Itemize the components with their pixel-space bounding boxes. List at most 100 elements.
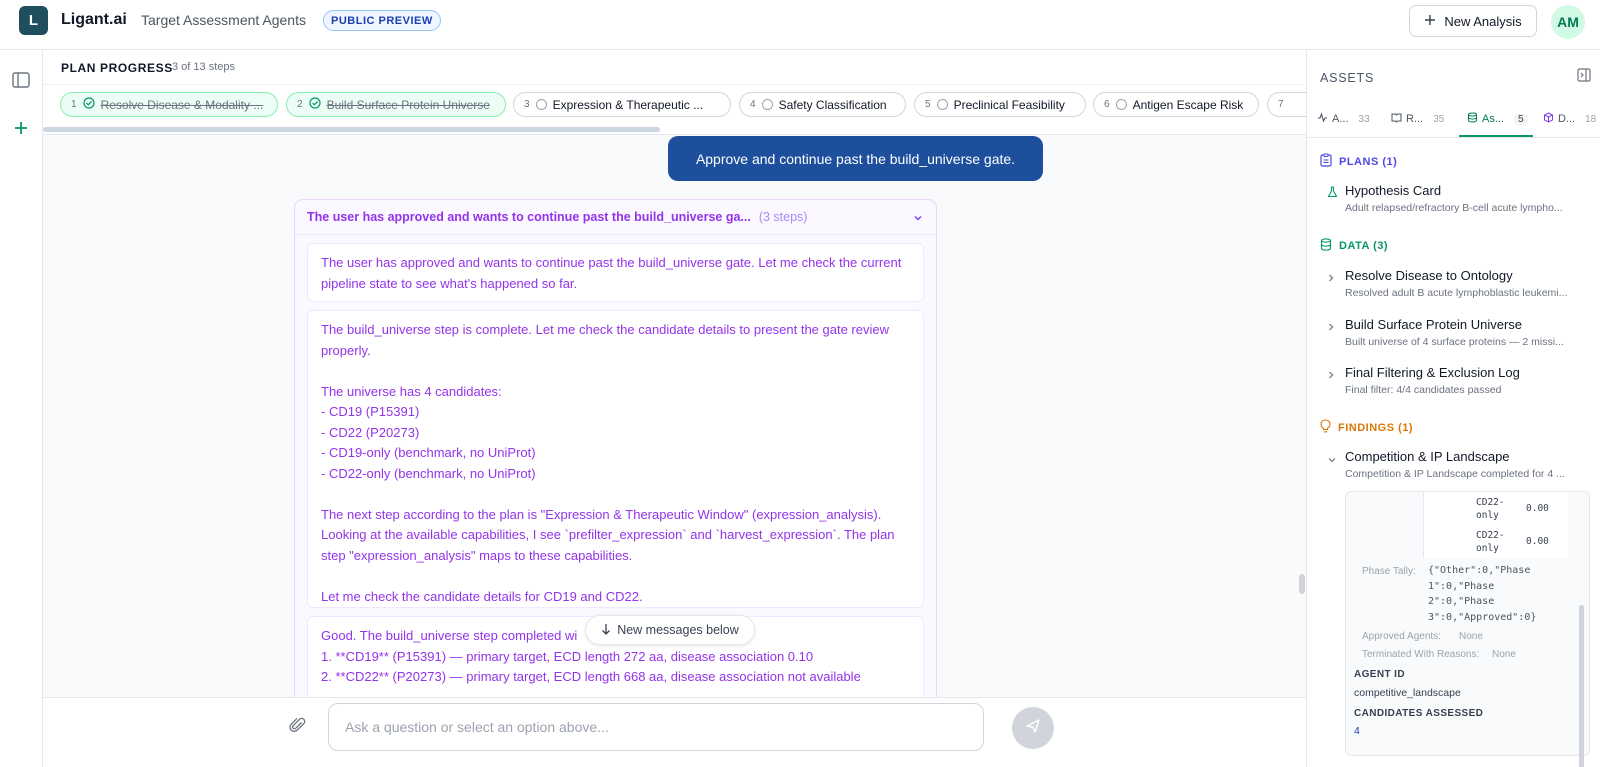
tab-assets[interactable]: As... 5 [1467,112,1528,126]
pending-circle-icon [535,99,547,110]
finding-item-subtitle: Competition & IP Landscape completed for… [1345,468,1565,480]
agent-id-label: AGENT ID [1354,669,1405,680]
step-label: Expression & Therapeutic ... [552,97,704,112]
step-number: 3 [524,99,530,110]
step-number: 5 [925,99,931,110]
send-icon [1025,718,1041,739]
candidates-assessed-label: CANDIDATES ASSESSED [1354,708,1484,719]
step-number: 1 [71,99,77,110]
pending-circle-icon [936,99,948,110]
data-item-subtitle: Resolved adult B acute lymphoblastic leu… [1345,287,1568,299]
step-label: Antigen Escape Risk [1132,97,1244,112]
chevron-down-icon[interactable] [913,212,923,226]
reasoning-step-1: The user has approved and wants to conti… [307,243,924,302]
plan-step-7[interactable]: 7 [1267,92,1306,117]
steps-scrollbar[interactable] [43,127,660,132]
active-tab-indicator [1459,135,1533,137]
arrow-down-icon [601,623,611,638]
lightbulb-icon [1320,419,1331,436]
database-icon [1320,238,1332,254]
chevron-right-icon[interactable] [1327,319,1335,337]
chat-input[interactable]: Ask a question or select an option above… [328,703,984,751]
plan-item-subtitle: Adult relapsed/refractory B-cell acute l… [1345,202,1563,214]
chevron-right-icon[interactable] [1327,367,1335,385]
finding-item-title[interactable]: Competition & IP Landscape [1345,449,1510,464]
book-icon [1391,112,1402,126]
plans-section-header: PLANS (1) [1320,153,1397,170]
terminated-label: Terminated With Reasons: [1362,649,1480,660]
step-label: Resolve Disease & Modality ... [100,97,264,112]
send-button[interactable] [1012,707,1054,749]
collapse-panel-icon[interactable] [1577,68,1591,87]
step-label: Preclinical Feasibility [953,97,1065,112]
candidate-value: 0.00 [1526,536,1549,547]
pending-circle-icon [1115,99,1127,110]
phase-tally-label: Phase Tally: [1362,566,1416,577]
step-number: 7 [1278,99,1284,110]
page-subtitle: Target Assessment Agents [141,12,306,28]
plan-step-2[interactable]: 2 Build Surface Protein Universe [286,92,506,117]
data-item-title[interactable]: Build Surface Protein Universe [1345,317,1522,332]
assets-title: ASSETS [1320,71,1375,85]
plan-step-4[interactable]: 4 Safety Classification [739,92,906,117]
new-messages-button[interactable]: New messages below [585,615,755,645]
tab-activity[interactable]: A... 33 [1317,112,1370,126]
plan-step-6[interactable]: 6 Antigen Escape Risk [1093,92,1259,117]
plan-item-title[interactable]: Hypothesis Card [1345,183,1441,198]
new-chat-plus-icon[interactable] [10,117,32,139]
paperclip-icon[interactable] [289,716,307,739]
reasoning-step-2: The build_universe step is complete. Let… [307,310,924,608]
reasoning-header[interactable]: The user has approved and wants to conti… [295,200,936,235]
candidate-name: CD22- only [1476,496,1505,521]
terminated-value: None [1492,649,1516,660]
chevron-right-icon[interactable] [1327,270,1335,288]
plan-progress-title: PLAN PROGRESS [61,61,173,75]
candidate-name: CD22- only [1476,529,1505,554]
composer: Ask a question or select an option above… [43,697,1306,767]
new-messages-label: New messages below [617,623,739,637]
plan-progress-count: 3 of 13 steps [172,61,235,73]
findings-section-header: FINDINGS (1) [1320,419,1413,436]
assets-panel: ASSETS A... 33 R... 35 As... 5 D... 18 P… [1306,50,1600,767]
step-number: 6 [1104,99,1110,110]
panel-resize-handle[interactable] [1299,574,1305,594]
data-item-title[interactable]: Resolve Disease to Ontology [1345,268,1513,283]
section-label: DATA (3) [1339,240,1389,252]
data-item-title[interactable]: Final Filtering & Exclusion Log [1345,365,1520,380]
sidebar-toggle-icon[interactable] [10,69,32,91]
preview-badge: PUBLIC PREVIEW [323,10,441,31]
plan-step-5[interactable]: 5 Preclinical Feasibility [914,92,1086,117]
phase-tally-value: {"Other":0,"Phase 1":0,"Phase 2":0,"Phas… [1428,565,1537,623]
step-label: Build Surface Protein Universe [326,97,490,112]
candidate-value: 0.00 [1526,503,1549,514]
data-item-subtitle: Final filter: 4/4 candidates passed [1345,384,1502,396]
app-logo[interactable]: L [19,6,48,35]
pending-circle-icon [761,99,773,110]
tab-label: R... [1406,113,1424,125]
finding-details: CD22- only 0.00 CD22- only 0.00 Phase Ta… [1345,491,1590,756]
tab-label: A... [1332,113,1349,125]
tab-documents[interactable]: D... 18 [1543,112,1596,126]
new-analysis-button[interactable]: New Analysis [1409,5,1537,37]
candidate-table: CD22- only 0.00 CD22- only 0.00 [1423,492,1568,558]
plan-step-1[interactable]: 1 Resolve Disease & Modality ... [60,92,278,117]
table-row: CD22- only 0.00 [1424,525,1568,558]
data-section-header: DATA (3) [1320,238,1388,254]
step-number: 4 [750,99,756,110]
tab-count: 18 [1585,113,1597,125]
message-list: Approve and continue past the build_univ… [43,135,1306,697]
tab-count: 5 [1514,113,1528,125]
plan-progress-bar: PLAN PROGRESS 3 of 13 steps [43,50,1306,85]
user-avatar[interactable]: AM [1551,5,1585,39]
plan-step-3[interactable]: 3 Expression & Therapeutic ... [513,92,731,117]
plus-icon [1424,14,1436,29]
chevron-down-icon[interactable] [1327,451,1337,469]
cube-icon [1543,112,1554,126]
brand-name: Ligant.ai [61,11,127,28]
check-circle-icon [82,97,95,112]
approved-agents-value: None [1459,631,1483,642]
tab-references[interactable]: R... 35 [1391,112,1444,126]
assets-scrollbar[interactable] [1579,605,1584,767]
tab-count: 35 [1433,113,1445,125]
section-label: FINDINGS (1) [1338,421,1414,434]
